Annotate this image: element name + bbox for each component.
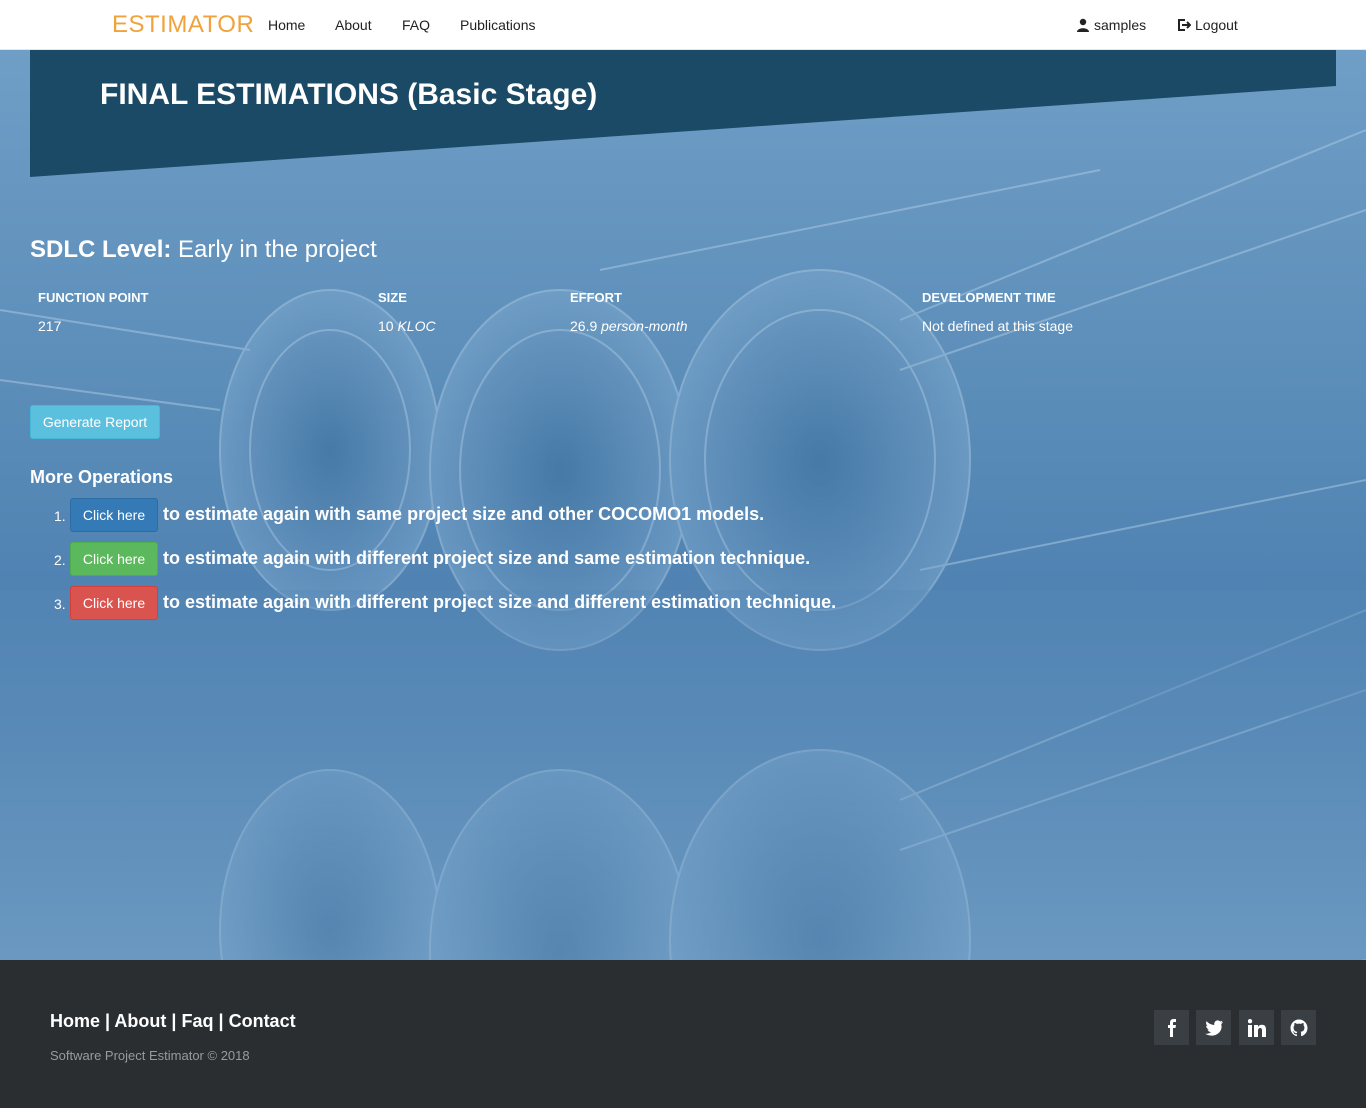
generate-report-button[interactable]: Generate Report <box>30 405 160 439</box>
footer-links: Home | About | Faq | Contact <box>50 1011 296 1032</box>
operation-item: 2. Click here to estimate again with dif… <box>30 542 930 576</box>
estimate-different-size-button[interactable]: Click here <box>70 542 158 576</box>
hero-banner: FINAL ESTIMATIONS (Basic Stage) <box>30 50 1336 178</box>
logout-icon <box>1178 19 1191 31</box>
footer-separator: | <box>171 1011 177 1031</box>
operation-number: 1. <box>54 508 66 524</box>
user-icon <box>1077 18 1089 32</box>
nav-about[interactable]: About <box>335 17 372 33</box>
page-title: FINAL ESTIMATIONS (Basic Stage) <box>100 78 598 111</box>
estimate-same-size-button[interactable]: Click here <box>70 498 158 532</box>
operation-text: to estimate again with different project… <box>163 592 837 612</box>
header-development-time: DEVELOPMENT TIME <box>922 290 1056 305</box>
effort-unit: person-month <box>601 318 688 334</box>
header-size: SIZE <box>378 290 407 305</box>
operation-item: 3. Click here to estimate again with dif… <box>30 586 930 620</box>
operation-item: 1. Click here to estimate again with sam… <box>30 498 930 532</box>
user-menu[interactable]: samples <box>1076 17 1146 33</box>
footer-link-about[interactable]: About <box>114 1011 166 1031</box>
sdlc-level: SDLC Level: Early in the project <box>30 236 377 264</box>
footer-link-faq[interactable]: Faq <box>181 1011 213 1031</box>
copyright-text: Software Project Estimator © 2018 <box>50 1048 250 1063</box>
nav-home[interactable]: Home <box>268 17 305 33</box>
operation-number: 3. <box>54 596 66 612</box>
estimate-different-technique-button[interactable]: Click here <box>70 586 158 620</box>
github-icon[interactable] <box>1281 1010 1316 1045</box>
operation-number: 2. <box>54 552 66 568</box>
nav-publications[interactable]: Publications <box>460 17 536 33</box>
username: samples <box>1094 17 1147 33</box>
header-effort: EFFORT <box>570 290 622 305</box>
logout-link[interactable]: Logout <box>1177 17 1238 33</box>
navbar: ESTIMATOR Home About FAQ Publications sa… <box>0 0 1366 50</box>
operation-text: to estimate again with different project… <box>163 548 811 568</box>
dev-time-value: Not defined at this stage <box>922 318 1073 334</box>
header-function-point: FUNCTION POINT <box>38 290 149 305</box>
footer: Home | About | Faq | Contact Software Pr… <box>0 960 1366 1108</box>
nav-faq[interactable]: FAQ <box>402 17 430 33</box>
twitter-icon[interactable] <box>1196 1010 1231 1045</box>
function-point-value: 217 <box>38 318 62 334</box>
sdlc-label: SDLC Level: <box>30 236 172 263</box>
linkedin-icon[interactable] <box>1239 1010 1274 1045</box>
size-unit: KLOC <box>397 318 436 334</box>
sdlc-value: Early in the project <box>178 236 377 263</box>
operation-text: to estimate again with same project size… <box>163 504 765 524</box>
brand-logo[interactable]: ESTIMATOR <box>112 11 254 39</box>
footer-separator: | <box>105 1011 111 1031</box>
footer-link-home[interactable]: Home <box>50 1011 100 1031</box>
effort-value: 26.9 <box>570 318 598 334</box>
facebook-icon[interactable] <box>1154 1010 1189 1045</box>
footer-separator: | <box>218 1011 224 1031</box>
size-cell: 10 KLOC <box>378 318 436 334</box>
size-value: 10 <box>378 318 394 334</box>
footer-link-contact[interactable]: Contact <box>229 1011 296 1031</box>
more-operations-title: More Operations <box>30 467 174 487</box>
effort-cell: 26.9 person-month <box>570 318 688 334</box>
logout-label: Logout <box>1195 17 1238 33</box>
